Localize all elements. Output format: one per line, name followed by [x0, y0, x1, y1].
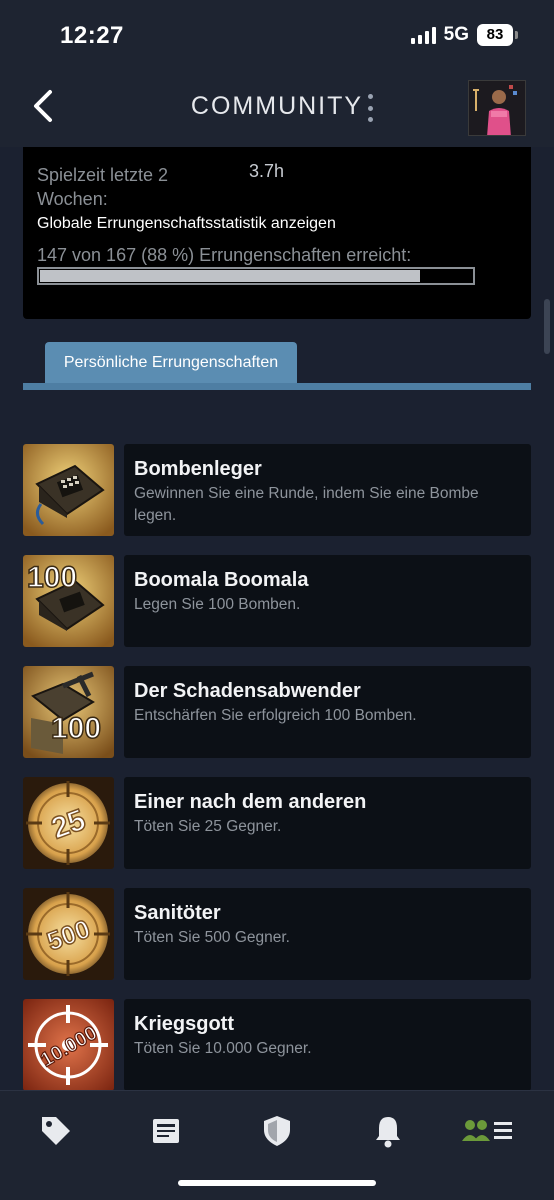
top-bar: 12:27 5G 83 COMMUNITY: [0, 0, 554, 147]
signal-icon: [410, 26, 436, 44]
achievement-name: Der Schadensabwender: [134, 680, 361, 702]
achievement-list: Bombenleger Gewinnen Sie eine Runde, ind…: [23, 444, 531, 1090]
bell-icon[interactable]: [368, 1111, 408, 1151]
achievement-description: Legen Sie 100 Bomben.: [134, 596, 301, 613]
achievement-description: Entschärfen Sie erfolgreich 100 Bomben.: [134, 707, 417, 724]
avatar[interactable]: [468, 80, 526, 136]
list-item[interactable]: 10.000 Kriegsgott Töten Sie 10.000 Gegne…: [23, 999, 531, 1090]
achievement-description: Töten Sie 500 Gegner.: [134, 929, 290, 946]
achievement-card: Der Schadensabwender Entschärfen Sie erf…: [124, 666, 531, 758]
achievement-name: Boomala Boomala: [134, 569, 309, 591]
status-time: 12:27: [60, 22, 124, 49]
news-icon[interactable]: [146, 1111, 186, 1151]
crosshair-25-icon: 25: [23, 777, 114, 869]
more-options-icon[interactable]: [362, 94, 378, 122]
svg-text:100: 100: [27, 561, 77, 594]
status-indicators: 5G 83: [410, 24, 518, 46]
playtime-value: 3.7h: [249, 161, 285, 181]
tag-icon[interactable]: [36, 1111, 76, 1151]
bomb-icon: [23, 444, 114, 536]
list-item[interactable]: Bombenleger Gewinnen Sie eine Runde, ind…: [23, 444, 531, 536]
achievement-description: Töten Sie 10.000 Gegner.: [134, 1040, 312, 1057]
achievement-card: Einer nach dem anderen Töten Sie 25 Gegn…: [124, 777, 531, 869]
tab-personal-achievements[interactable]: Persönliche Errungenschaften: [45, 342, 297, 384]
friends-menu-icon[interactable]: [460, 1111, 516, 1151]
list-item[interactable]: 500 Sanitöter Töten Sie 500 Gegner.: [23, 888, 531, 980]
achievement-progress-fill: [40, 270, 421, 282]
defuse-100-icon: 100: [23, 666, 114, 758]
achievement-name: Einer nach dem anderen: [134, 791, 367, 813]
home-indicator[interactable]: [178, 1180, 376, 1186]
achievement-progress-text: 147 von 167 (88 %) Errungenschaften erre…: [37, 245, 412, 265]
network-type: 5G: [443, 24, 469, 45]
tab-underline: [23, 383, 531, 390]
crosshair-10000-icon: 10.000: [23, 999, 114, 1090]
achievement-card: Boomala Boomala Legen Sie 100 Bomben.: [124, 555, 531, 647]
achievement-card: Kriegsgott Töten Sie 10.000 Gegner.: [124, 999, 531, 1090]
battery-icon: 83: [477, 24, 518, 46]
battery-level: 83: [477, 24, 513, 46]
content-area[interactable]: Spielzeit letzte 2 Wochen: 3.7h Globale …: [0, 147, 554, 1090]
achievement-description: Töten Sie 25 Gegner.: [134, 818, 282, 835]
list-item[interactable]: 25 Einer nach dem anderen Töten Sie 25 G…: [23, 777, 531, 869]
achievement-name: Bombenleger: [134, 458, 262, 480]
achievement-card: Sanitöter Töten Sie 500 Gegner.: [124, 888, 531, 980]
list-item[interactable]: 100 Boomala Boomala Legen Sie 100 Bomben…: [23, 555, 531, 647]
achievement-progress-bar: [37, 267, 475, 285]
achievement-description: Gewinnen Sie eine Runde, indem Sie eine …: [134, 485, 479, 524]
chevron-left-icon: [34, 90, 52, 122]
crosshair-500-icon: 500: [23, 888, 114, 980]
achievement-card: Bombenleger Gewinnen Sie eine Runde, ind…: [124, 444, 531, 536]
global-stats-link[interactable]: Globale Errungenschaftsstatistik anzeige…: [37, 215, 336, 233]
shield-icon[interactable]: [257, 1111, 297, 1151]
scrollbar[interactable]: [544, 299, 550, 354]
achievement-name: Sanitöter: [134, 902, 221, 924]
game-stats-panel: Spielzeit letzte 2 Wochen: 3.7h Globale …: [23, 147, 531, 319]
playtime-label: Spielzeit letzte 2 Wochen:: [37, 165, 169, 209]
achievement-name: Kriegsgott: [134, 1013, 234, 1035]
bomb-100-icon: 100: [23, 555, 114, 647]
back-button[interactable]: [28, 88, 60, 124]
svg-text:100: 100: [51, 712, 101, 745]
list-item[interactable]: 100 Der Schadensabwender Entschärfen Sie…: [23, 666, 531, 758]
